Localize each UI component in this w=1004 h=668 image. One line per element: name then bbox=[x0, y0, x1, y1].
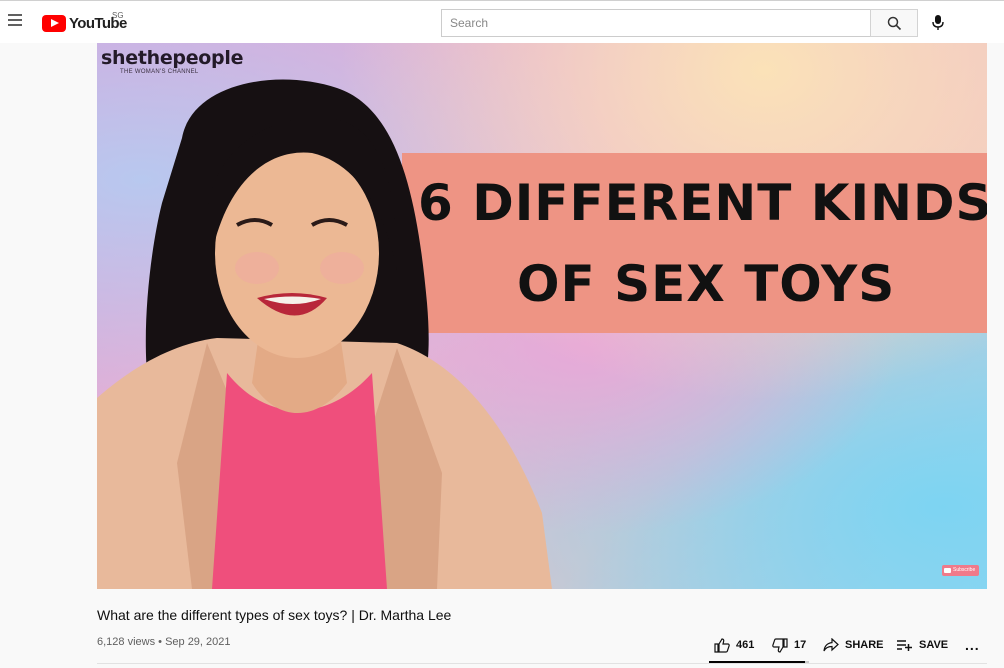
thumb-up-icon bbox=[714, 637, 730, 653]
dislike-button[interactable]: 17 bbox=[772, 636, 806, 654]
view-count: 6,128 views bbox=[97, 636, 156, 648]
banner-line-2: OF SEX TOYS bbox=[517, 255, 896, 313]
info-divider bbox=[97, 663, 987, 664]
video-title: What are the different types of sex toys… bbox=[97, 607, 452, 623]
upload-date: Sep 29, 2021 bbox=[165, 636, 231, 648]
presenter-figure bbox=[97, 79, 552, 589]
like-button[interactable]: 461 bbox=[714, 636, 754, 654]
channel-tagline: THE WOMAN'S CHANNEL bbox=[120, 69, 199, 75]
share-icon bbox=[823, 638, 839, 652]
country-code: SG bbox=[112, 11, 124, 20]
more-icon: ... bbox=[965, 637, 980, 653]
channel-brand: shethepeople bbox=[101, 47, 244, 69]
save-label: SAVE bbox=[919, 639, 949, 651]
search-input[interactable]: Search bbox=[441, 9, 871, 37]
dislike-count: 17 bbox=[794, 639, 807, 651]
share-label: SHARE bbox=[845, 639, 884, 651]
more-actions-button[interactable]: ... bbox=[965, 636, 980, 654]
video-player[interactable]: 6 DIFFERENT KINDS OF SEX TOYS shethepeop… bbox=[97, 43, 987, 589]
search-icon bbox=[887, 16, 902, 31]
mic-icon[interactable] bbox=[931, 14, 945, 31]
save-playlist-icon bbox=[897, 639, 912, 651]
search-placeholder: Search bbox=[450, 16, 489, 30]
thumb-down-icon bbox=[772, 637, 788, 653]
youtube-logo-icon bbox=[42, 14, 66, 32]
video-meta: 6,128 views • Sep 29, 2021 bbox=[97, 636, 231, 648]
meta-separator: • bbox=[155, 636, 166, 648]
subscribe-badge[interactable]: Subscribe bbox=[942, 565, 979, 576]
share-button[interactable]: SHARE bbox=[823, 636, 884, 654]
hamburger-icon[interactable] bbox=[8, 14, 22, 26]
search-button[interactable] bbox=[870, 9, 918, 37]
save-button[interactable]: SAVE bbox=[896, 636, 948, 654]
masthead: YouTube SG Search bbox=[0, 0, 1004, 43]
like-count: 461 bbox=[736, 639, 755, 651]
channel-watermark: shethepeople THE WOMAN'S CHANNEL bbox=[101, 47, 243, 75]
